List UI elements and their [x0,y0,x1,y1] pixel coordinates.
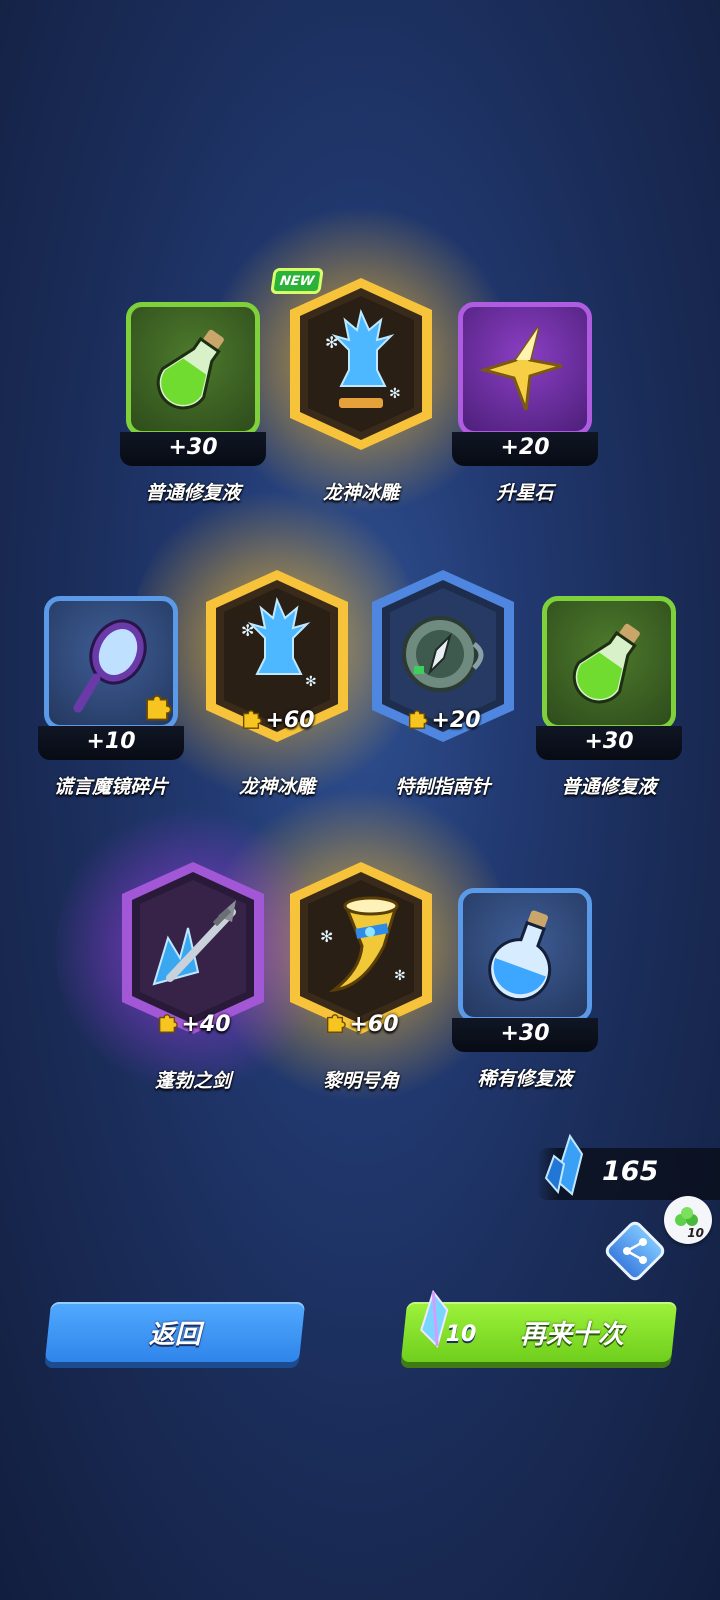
dawn-horn-icon: ✻ ✻ [320,896,406,993]
crystal-sword-icon [152,900,236,986]
reward-name: 普通修复液 [561,776,657,798]
reward-name: 稀有修复液 [477,1068,573,1090]
draw-ten-again-button[interactable]: 10 再来十次 [400,1290,678,1362]
svg-text:✻: ✻ [241,621,254,640]
dragon-ice-statue-icon: ✻ ✻ [325,308,401,408]
reward-count: +30 [452,1018,598,1052]
svg-text:✻: ✻ [320,927,333,946]
reward-count: +60 [204,708,350,733]
reward-name: 龙神冰雕 [238,776,315,798]
draw-ten-again-label: 再来十次 [519,1320,624,1350]
svg-text:✻: ✻ [305,674,317,690]
new-badge: NEW [270,268,324,294]
reward-count: +20 [370,708,516,733]
reward-count: +10 [38,726,184,760]
reward-count: +40 [120,1012,266,1037]
currency-display: 165 [536,1134,720,1200]
svg-text:✻: ✻ [389,386,401,402]
reward-name: 蓬勃之剑 [154,1070,231,1092]
currency-amount: 165 [602,1156,659,1187]
puzzle-fragment-icon [243,710,263,729]
reward-count: +30 [120,432,266,466]
green-potion-icon [156,329,224,410]
puzzle-fragment-icon [327,1014,347,1033]
puzzle-fragment-icon [146,694,172,721]
reward-name: 龙神冰雕 [322,482,399,504]
reward-tile [126,302,260,436]
share-reward-bubble[interactable]: 10 [664,1196,712,1244]
star-stone-icon [478,327,563,411]
reward-tile [458,302,592,436]
share-reward-count: 10 [687,1226,704,1240]
reward-count: +60 [288,1012,434,1037]
reward-name: 特制指南针 [395,776,491,798]
blue-crystal-icon [544,1134,584,1196]
puzzle-fragment-icon [159,1014,179,1033]
back-button-label: 返回 [148,1320,201,1350]
dragon-ice-statue-icon: ✻ ✻ [241,596,317,690]
share-button[interactable] [602,1218,668,1284]
compass-icon [402,616,484,692]
reward-name: 升星石 [496,482,554,504]
draw-cost: 10 [445,1322,477,1347]
svg-text:✻: ✻ [325,333,338,352]
share-icon [623,1238,647,1264]
reward-count: +20 [452,432,598,466]
puzzle-fragment-icon [409,710,429,729]
green-potion-icon [572,623,640,704]
back-button[interactable]: 返回 [44,1302,306,1362]
reward-name: 谎言魔镜碎片 [53,776,168,798]
reward-tile [458,888,592,1022]
svg-text:✻: ✻ [394,968,406,984]
blue-potion-icon [488,910,552,1002]
reward-tile [542,596,676,730]
reward-name: 黎明号角 [322,1070,399,1092]
reward-count: +30 [536,726,682,760]
reward-name: 普通修复液 [145,482,241,504]
